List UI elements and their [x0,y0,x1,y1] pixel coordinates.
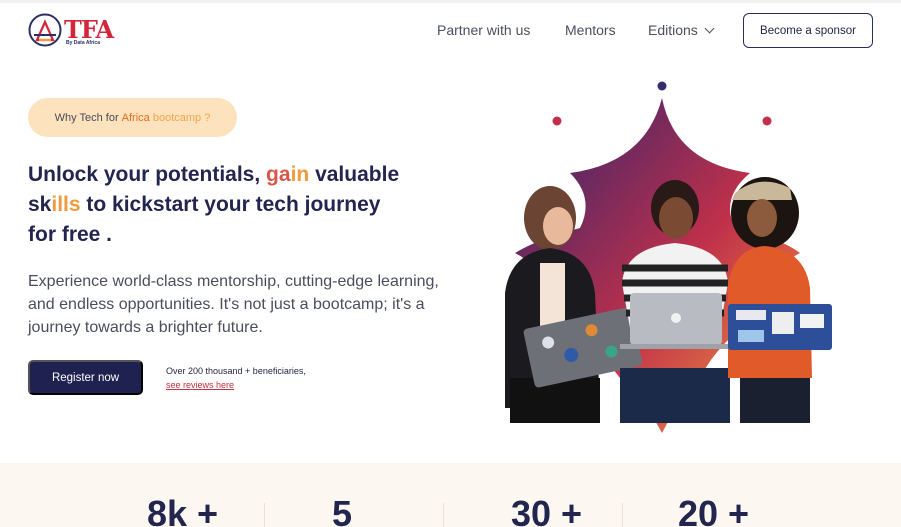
hero-headline: Unlock your potentials, gain valuable sk… [28,160,458,250]
chevron-down-icon [704,23,715,34]
headline-gain-1: ga [266,163,291,186]
pill-accent: Africa [121,111,150,124]
stat-value-3: 30 + [511,493,583,527]
stat-divider [264,503,265,527]
beneficiaries-text: Over 200 thousand + beneficiaries, [166,366,306,376]
see-reviews-link[interactable]: see reviews here [166,380,234,390]
headline-gain-2: in [290,163,310,186]
why-tfa-pill: Why Tech for Africa bootcamp ? [28,98,237,137]
site-header: TFA By Data Africa Partner with us Mento… [0,3,901,63]
headline-part-2: valuable [315,163,400,186]
hero-illustration [470,78,850,433]
apple-icon [671,313,681,323]
dot-left [552,116,562,126]
nav-mentors-link[interactable]: Mentors [565,22,616,38]
hero-lead-text: Experience world-class mentorship, cutti… [28,273,439,336]
brand-logo[interactable]: TFA By Data Africa [28,13,114,49]
stat-divider [622,503,623,527]
headline-part-5: for free . [28,223,113,246]
headline-skills-2: ills [51,193,81,216]
dot-right [762,116,772,126]
nav-editions-dropdown[interactable]: Editions [648,22,715,38]
nav-editions-label: Editions [648,22,698,38]
pill-prefix: Why Tech for [54,111,119,124]
laptop-middle [620,293,732,349]
headline-part-1: Unlock your potentials, [28,163,261,186]
hero-photo-graphic [505,81,832,433]
headline-part-4: to kickstart your tech journey [86,193,381,216]
laptop-right [728,304,832,350]
stats-band: 8k + 5 30 + 20 + [0,463,901,527]
logo-subtext: By Data Africa [66,40,100,46]
become-sponsor-button[interactable]: Become a sponsor [743,13,873,48]
triangle-logo-icon [28,13,62,47]
stat-divider [443,503,444,527]
stat-value-4: 20 + [678,493,750,527]
stat-value-1: 8k + [147,493,219,527]
nav-partner-link[interactable]: Partner with us [437,22,530,38]
dot-top [657,81,667,91]
register-now-button[interactable]: Register now [28,360,143,395]
stat-value-2: 5 [332,493,353,527]
pill-suffix: bootcamp ? [152,111,211,124]
headline-skills-1: sk [28,193,52,216]
person-right [728,177,812,423]
